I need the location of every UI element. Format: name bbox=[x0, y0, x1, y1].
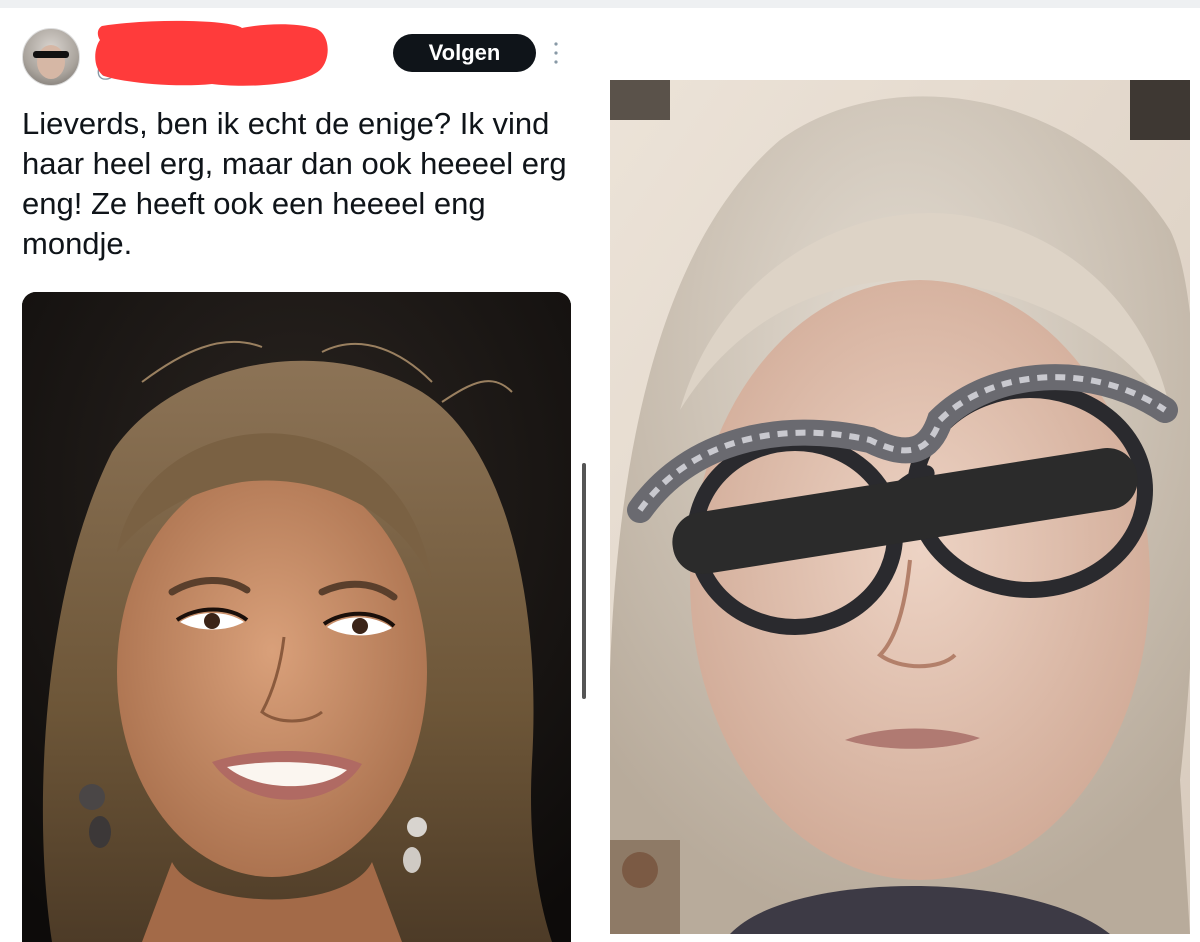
tweet-image[interactable] bbox=[22, 292, 571, 942]
follow-button[interactable]: Volgen bbox=[393, 34, 536, 72]
tweet-text: Lieverds, ben ik echt de enige? Ik vind … bbox=[22, 106, 567, 261]
scrollbar[interactable] bbox=[582, 463, 586, 699]
name-redaction bbox=[95, 20, 328, 86]
avatar-redaction-bar bbox=[33, 51, 69, 58]
portrait-illustration bbox=[22, 292, 571, 942]
avatar[interactable] bbox=[22, 28, 80, 86]
tweet-card: @ Volgen Lieverds, ben ik echt de enige?… bbox=[0, 8, 586, 942]
portrait-illustration-glasses bbox=[610, 80, 1190, 934]
top-strip bbox=[0, 0, 1200, 8]
more-options-icon[interactable] bbox=[552, 40, 560, 66]
comparison-photo bbox=[610, 80, 1190, 934]
